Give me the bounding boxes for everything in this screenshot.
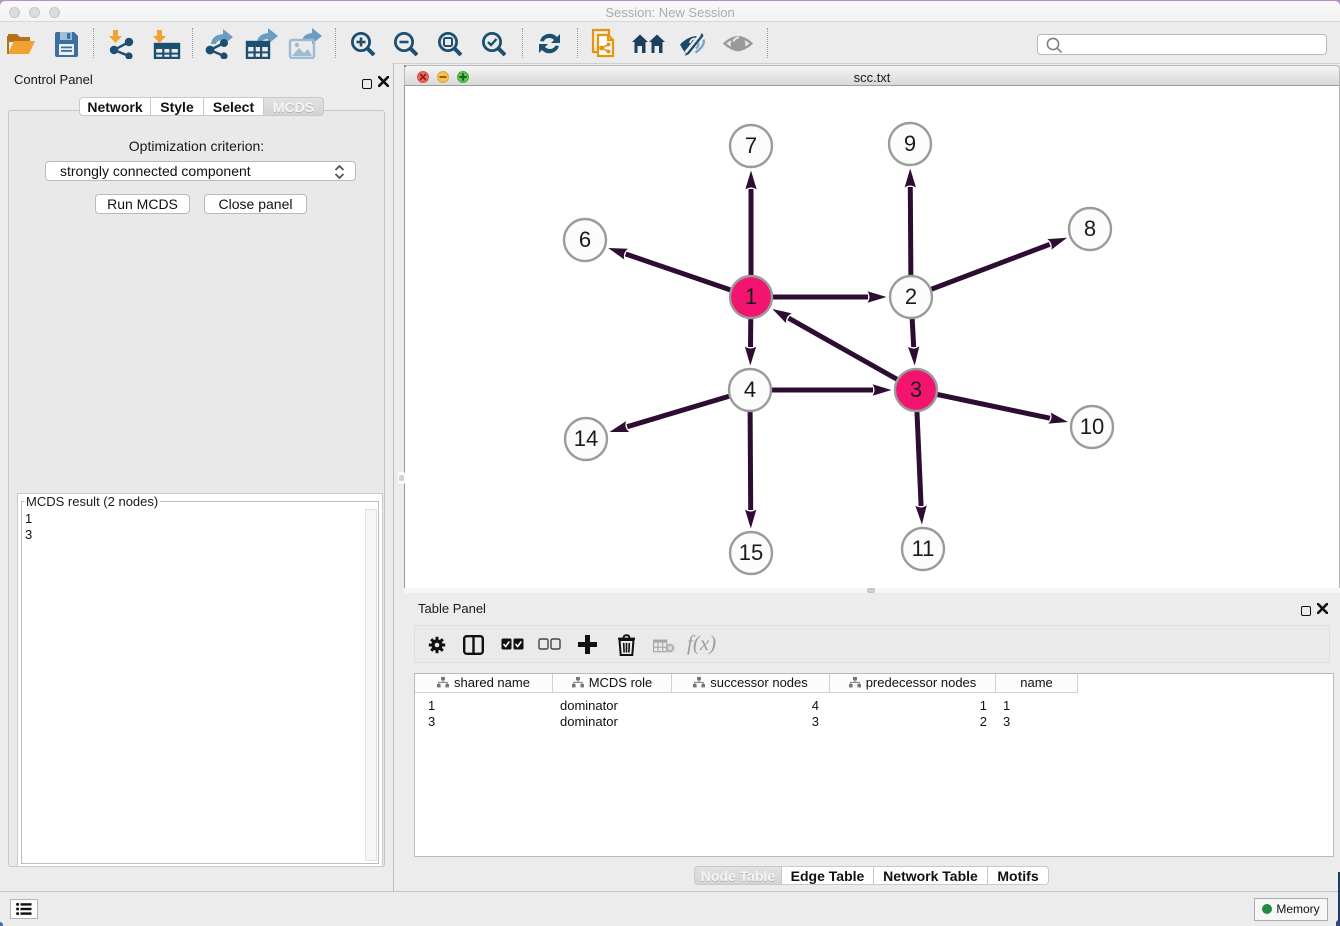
svg-text:14: 14	[574, 426, 598, 451]
svg-text:4: 4	[744, 377, 756, 402]
svg-text:3: 3	[910, 377, 922, 402]
svg-text:2: 2	[905, 284, 917, 309]
svg-text:8: 8	[1084, 216, 1096, 241]
svg-text:11: 11	[912, 536, 935, 561]
svg-text:10: 10	[1080, 414, 1104, 439]
svg-text:15: 15	[739, 540, 763, 565]
svg-text:1: 1	[745, 284, 757, 309]
svg-text:7: 7	[745, 133, 757, 158]
svg-text:6: 6	[579, 227, 591, 252]
svg-text:9: 9	[904, 131, 916, 156]
